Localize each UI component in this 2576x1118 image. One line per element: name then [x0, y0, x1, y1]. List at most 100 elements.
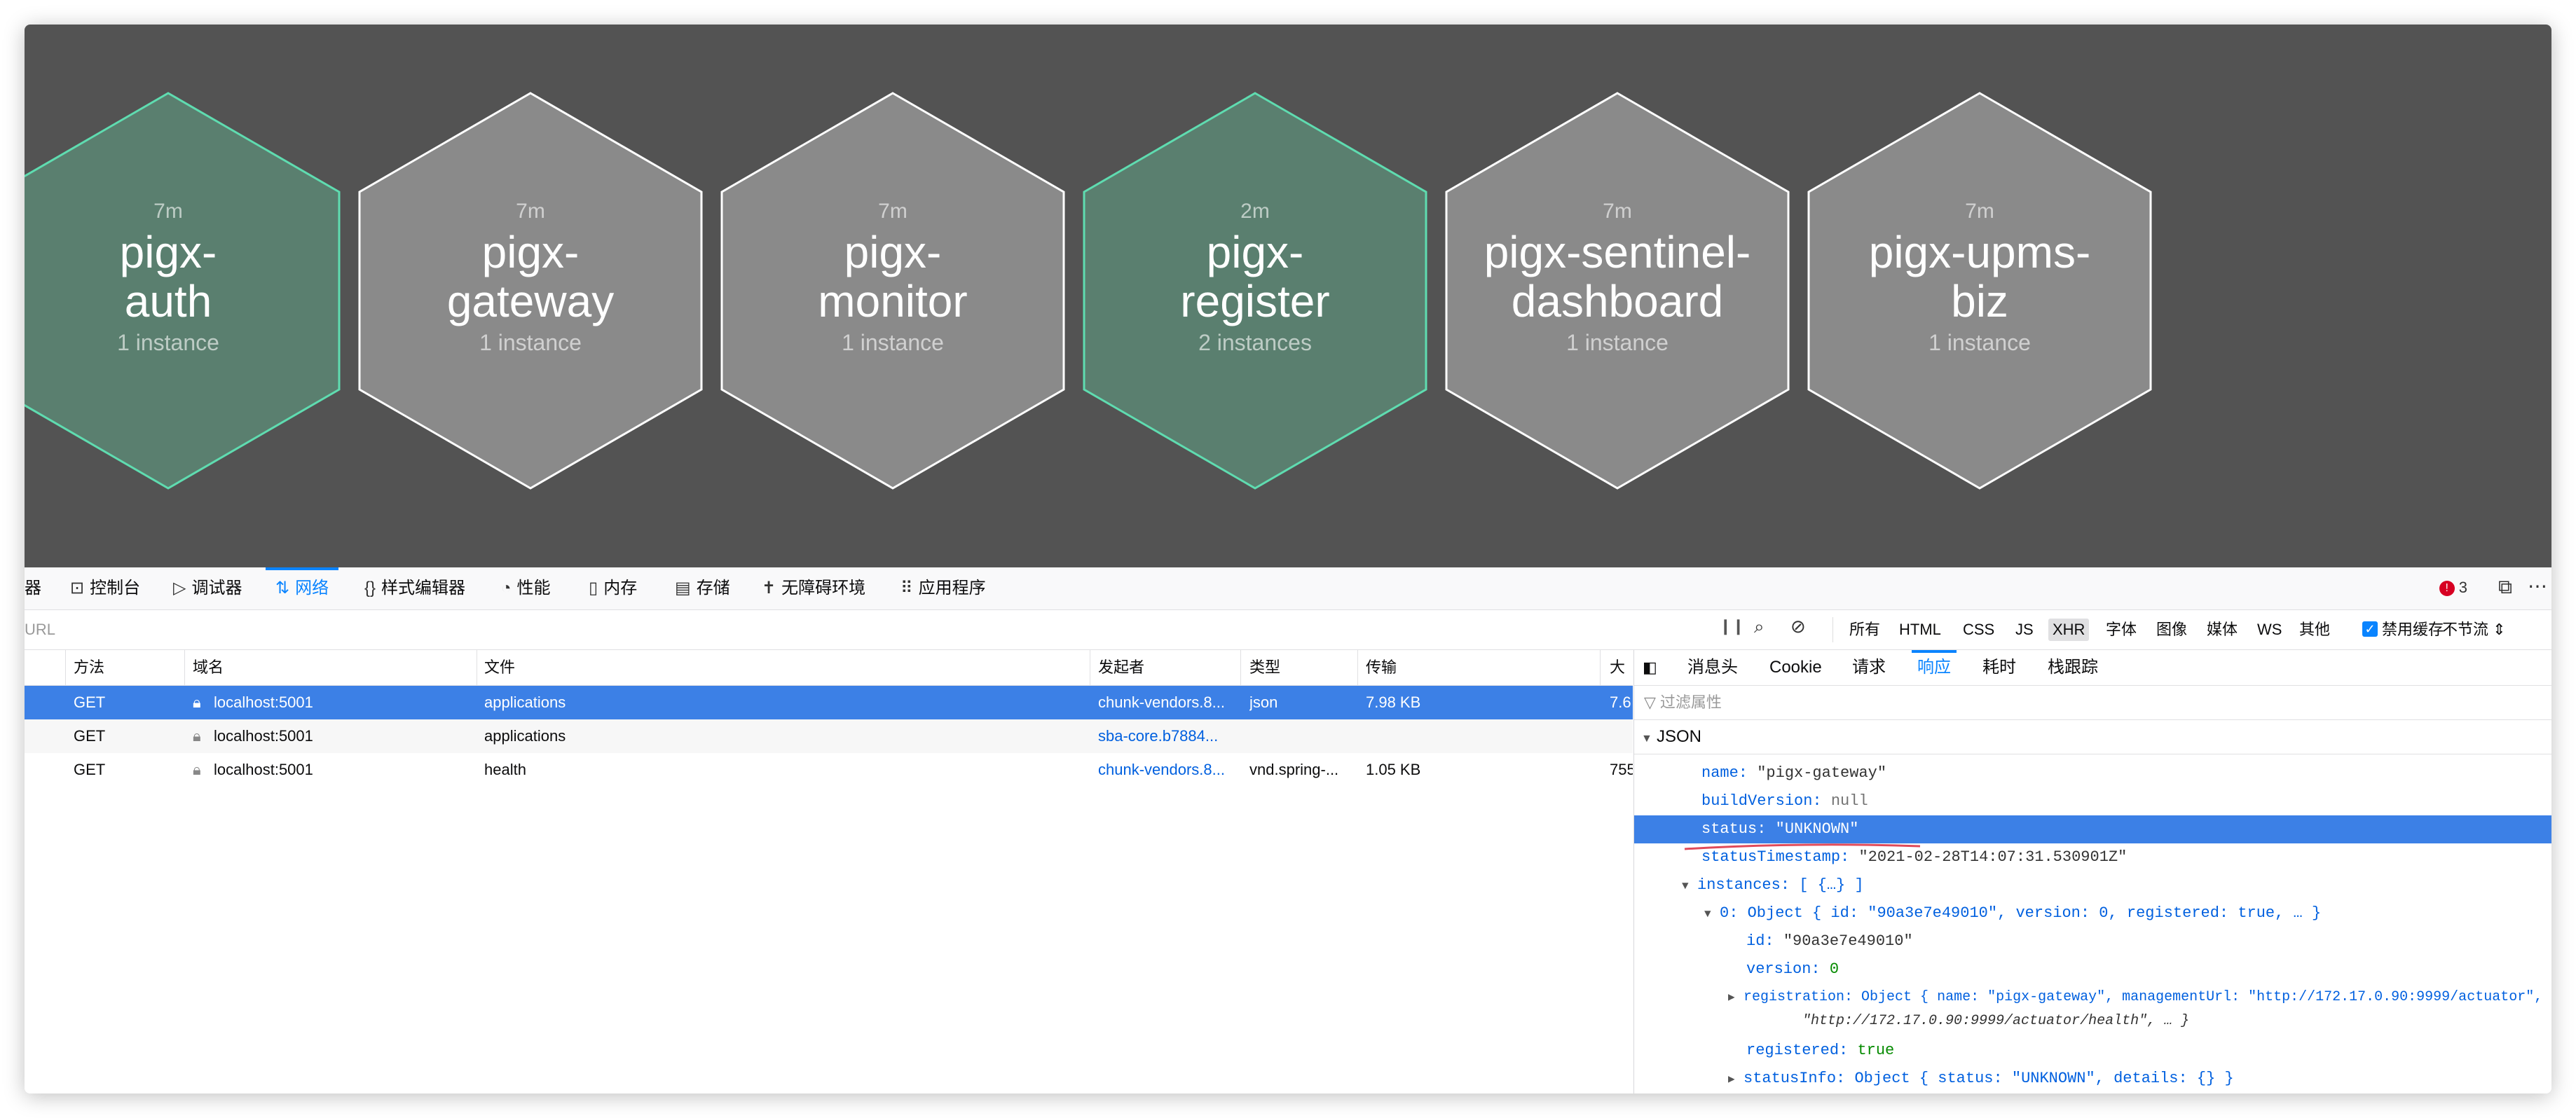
- cell-file: applications: [484, 727, 566, 745]
- devtools-toolbar: 器 ⊡ 控制台 ▷ 调试器 ⇅ 网络 {} 样式编辑器 ◔ 性能 ▯ 内存 ▤ 存储 ✝ 无障碍…: [25, 567, 2551, 610]
- search-icon[interactable]: ⌕: [1754, 616, 1765, 638]
- col-domain[interactable]: 域名: [193, 650, 224, 686]
- filter-placeholder: 过滤属性: [1659, 693, 1722, 711]
- tab-debugger[interactable]: ▷ 调试器: [173, 567, 242, 609]
- filter-ws[interactable]: WS: [2253, 619, 2286, 641]
- chevron-right-icon: ▶: [1728, 991, 1735, 1004]
- json-row[interactable]: version: 0: [1746, 955, 1839, 984]
- tab-inspector[interactable]: 器: [25, 567, 41, 609]
- app-name-line2: monitor: [818, 276, 968, 326]
- json-row[interactable]: statusTimestamp: "2021-02-28T14:07:31.53…: [1701, 843, 2127, 871]
- chip-icon: ▯: [589, 579, 598, 598]
- toggle-sidebar-icon[interactable]: ◧: [1643, 650, 1657, 685]
- json-row[interactable]: ▼ 0: Object { id: "90a3e7e49010", version…: [1704, 899, 2321, 927]
- filter-other[interactable]: 其他: [2295, 619, 2334, 641]
- filter-fonts[interactable]: 字体: [2102, 619, 2141, 641]
- col-size[interactable]: 大小: [1610, 650, 1631, 686]
- tab-memory[interactable]: ▯ 内存: [589, 567, 637, 609]
- json-row[interactable]: ▼ instances: [ {…} ]: [1682, 871, 1864, 899]
- console-icon: ⊡: [70, 579, 85, 598]
- cell-initiator[interactable]: chunk-vendors.8...: [1098, 753, 1235, 787]
- url-filter-input[interactable]: URL: [25, 610, 55, 649]
- throttle-select[interactable]: 不节流 ⇕: [2442, 610, 2506, 649]
- hex-label: 7m pigx-sentinel- dashboard 1 instance: [1449, 200, 1786, 356]
- tab-console[interactable]: ⊡ 控制台: [70, 567, 140, 609]
- table-row[interactable]: GET 🔒︎ localhost:5001 applications chunk…: [25, 686, 1633, 719]
- app-name-line1: pigx-: [1206, 227, 1304, 277]
- tab-performance[interactable]: ◔ 性能: [501, 567, 551, 609]
- app-instances: 1 instance: [117, 330, 219, 355]
- json-row[interactable]: id: "90a3e7e49010": [1746, 927, 1913, 955]
- json-key: statusInfo:: [1743, 1070, 1846, 1087]
- app-name-line1: pigx-upms-: [1868, 227, 2091, 277]
- filter-xhr[interactable]: XHR: [2048, 619, 2090, 641]
- filter-images[interactable]: 图像: [2152, 619, 2191, 641]
- json-key: statusTimestamp:: [1701, 848, 1850, 866]
- filter-js[interactable]: JS: [2011, 619, 2038, 641]
- col-type[interactable]: 类型: [1249, 650, 1281, 686]
- cell-size: 7.6: [1610, 693, 1631, 711]
- window: 7m pigx- auth 1 instance 7m pigx- gatewa…: [25, 25, 2551, 1093]
- json-row-continued: "http://172.17.0.90:9999/actuator/health…: [1802, 1007, 2189, 1035]
- cell-initiator[interactable]: chunk-vendors.8...: [1098, 686, 1235, 719]
- filter-icon: ▽: [1644, 693, 1656, 711]
- cell-type: vnd.spring-...: [1249, 761, 1339, 778]
- json-row[interactable]: ▶ statusInfo: Object { status: "UNKNOWN",…: [1728, 1065, 2234, 1093]
- filter-css[interactable]: CSS: [1959, 619, 1999, 641]
- json-row[interactable]: registered: true: [1746, 1037, 1894, 1065]
- tab-network[interactable]: ⇅ 网络: [265, 567, 339, 609]
- filter-properties-input[interactable]: ▽ 过滤属性: [1634, 686, 2551, 720]
- network-filter-bar: URL ❙❙ ⌕ ⊘ 所有 HTML CSS JS XHR 字体 图像 媒体 W…: [25, 610, 2551, 650]
- tab-style-editor[interactable]: {} 样式编辑器: [364, 567, 465, 609]
- col-initiator[interactable]: 发起者: [1098, 650, 1145, 686]
- filter-html[interactable]: HTML: [1895, 619, 1945, 641]
- cell-method: GET: [74, 727, 106, 745]
- error-count-badge[interactable]: ! 3: [2439, 577, 2467, 598]
- chevron-right-icon: ▶: [1728, 1073, 1735, 1086]
- dock-icon[interactable]: ⧉: [2498, 576, 2512, 599]
- json-row-selected[interactable]: status: "UNKNOWN": [1634, 815, 2551, 843]
- filter-media[interactable]: 媒体: [2202, 619, 2242, 641]
- tab-application[interactable]: ⠿ 应用程序: [900, 567, 986, 609]
- lock-icon: 🔒︎: [193, 727, 201, 745]
- pause-icon[interactable]: ❙❙: [1719, 617, 1745, 635]
- col-sep: [1357, 650, 1358, 685]
- tab-label: 网络: [295, 579, 329, 598]
- more-options-icon[interactable]: ⋯: [2528, 574, 2547, 598]
- tab-response[interactable]: 响应: [1912, 650, 1957, 685]
- json-row[interactable]: name: "pigx-gateway": [1701, 759, 1886, 787]
- col-sep: [184, 650, 185, 685]
- app-instances: 1 instance: [479, 330, 582, 355]
- tab-timings[interactable]: 耗时: [1982, 650, 2016, 685]
- tab-headers[interactable]: 消息头: [1687, 650, 1738, 685]
- chevron-down-icon: ▼: [1704, 908, 1711, 920]
- json-value: null: [1830, 792, 1868, 810]
- json-key: name:: [1701, 764, 1748, 782]
- cell-domain: localhost:5001: [214, 693, 313, 711]
- tab-label: 控制台: [90, 579, 141, 598]
- cell-size: 755: [1610, 761, 1633, 778]
- tab-accessibility[interactable]: ✝ 无障碍环境: [762, 567, 865, 609]
- response-tabs: ◧ 消息头 Cookie 请求 响应 耗时 栈跟踪: [1634, 650, 2551, 686]
- app-age: 7m: [516, 200, 545, 223]
- storage-icon: ▤: [675, 579, 691, 598]
- table-row[interactable]: GET 🔒︎ localhost:5001 applications sba-c…: [25, 719, 1633, 753]
- col-transfer[interactable]: 传输: [1366, 650, 1397, 686]
- table-row[interactable]: GET 🔒︎ localhost:5001 health chunk-vendo…: [25, 753, 1633, 787]
- clear-icon[interactable]: ⊘: [1790, 616, 1806, 637]
- col-file[interactable]: 文件: [484, 650, 516, 686]
- tab-label: 应用程序: [918, 579, 986, 598]
- cell-method: GET: [74, 761, 106, 778]
- tab-stack-trace[interactable]: 栈跟踪: [2048, 650, 2098, 685]
- col-method[interactable]: 方法: [74, 650, 105, 686]
- devtools-panel: 器 ⊡ 控制台 ▷ 调试器 ⇅ 网络 {} 样式编辑器 ◔ 性能 ▯ 内存 ▤ 存储 ✝ 无障碍…: [25, 567, 2551, 1093]
- disable-cache-checkbox[interactable]: ✓: [2362, 621, 2378, 637]
- cell-initiator[interactable]: sba-core.b7884...: [1098, 719, 1235, 753]
- json-row[interactable]: buildVersion: null: [1701, 787, 1868, 815]
- json-section-header[interactable]: ▼ JSON: [1634, 720, 2551, 754]
- tab-storage[interactable]: ▤ 存储: [675, 567, 730, 609]
- json-key: registration:: [1743, 989, 1854, 1005]
- tab-cookies[interactable]: Cookie: [1769, 650, 1822, 685]
- tab-request[interactable]: 请求: [1852, 650, 1886, 685]
- filter-all[interactable]: 所有: [1845, 619, 1884, 641]
